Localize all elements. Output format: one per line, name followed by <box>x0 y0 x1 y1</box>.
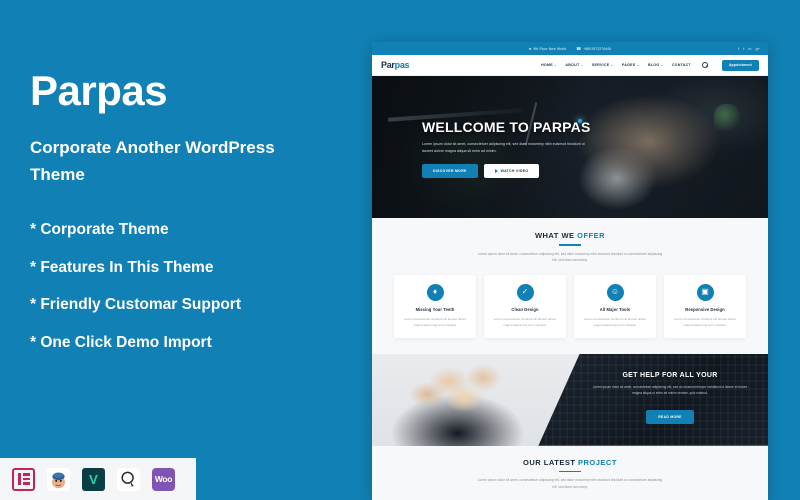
promo-panel: Parpas Corporate Another WordPress Theme… <box>0 0 372 500</box>
hero-section: WELLCOME TO PARPAS Lorem ipsum dolor sit… <box>372 76 768 218</box>
search-icon[interactable] <box>701 61 709 69</box>
location-pin-icon: ● <box>528 46 532 51</box>
logo-first: Par <box>381 60 395 70</box>
hero-title: WELLCOME TO PARPAS <box>422 119 591 135</box>
topbar-address: ● 9th Floor New World <box>528 46 567 51</box>
contact-form-icon <box>117 467 140 491</box>
project-title-rule <box>559 470 581 473</box>
nav-item-service[interactable]: SERVICE <box>592 63 613 67</box>
chevron-down-icon <box>580 64 583 66</box>
linkedin-icon[interactable]: in <box>748 46 751 51</box>
promo-feature-list: * Corporate Theme * Features In This The… <box>30 222 372 350</box>
appointment-button[interactable]: Appointment <box>721 59 759 71</box>
offer-title-rule <box>559 244 581 246</box>
responsive-icon: ▣ <box>696 283 714 301</box>
nav-item-pages[interactable]: PAGES <box>622 63 639 67</box>
promo-feature-item: * Corporate Theme <box>30 221 169 239</box>
mailchimp-icon <box>47 467 70 491</box>
logo-second: pas <box>394 60 410 70</box>
topbar-phone[interactable]: ☎ +8801972274445 <box>576 46 611 51</box>
offer-cards: ♦ Missing Your Teeth Lorem consectetuer … <box>372 264 768 338</box>
play-icon <box>494 169 498 174</box>
offer-section: WHAT WE OFFER Lorem ipsum dolor sit amet… <box>372 218 768 354</box>
chevron-down-icon <box>660 64 663 66</box>
chevron-down-icon <box>636 64 639 66</box>
offer-card[interactable]: ♦ Missing Your Teeth Lorem consectetuer … <box>394 274 476 338</box>
offer-card-text: Lorem consectetuer tincidunt elit laoree… <box>673 316 737 327</box>
offer-card[interactable]: ▣ Responsive Design Lorem consectetuer t… <box>664 274 746 338</box>
visual-composer-icon: V <box>82 467 105 491</box>
site-topbar: ● 9th Floor New World ☎ +8801972274445 f… <box>372 42 768 55</box>
chevron-down-icon <box>610 64 613 66</box>
hero-content: WELLCOME TO PARPAS Lorem ipsum dolor sit… <box>422 119 722 179</box>
gethelp-section: GET HELP FOR ALL YOUR Lorem ipsum dolor … <box>372 353 768 446</box>
nav-item-contact[interactable]: CONTACT <box>672 63 691 67</box>
nav-item-home[interactable]: HOME <box>541 63 557 67</box>
gethelp-description: Lorem ipsum dolor sit amet, consectetuer… <box>592 384 748 396</box>
plugin-compatibility-bar: V Woo <box>0 458 196 500</box>
facebook-icon[interactable]: f <box>738 46 739 51</box>
offer-card-text: Lorem consectetuer tincidunt elit laoree… <box>493 316 557 327</box>
offer-card[interactable]: ✓ Clean Design Lorem consectetuer tincid… <box>484 274 566 338</box>
promo-subtitle: Corporate Another WordPress Theme <box>30 138 275 185</box>
theme-preview: ● 9th Floor New World ☎ +8801972274445 f… <box>372 42 768 500</box>
offer-card-text: Lorem consectetuer tincidunt elit laoree… <box>403 316 467 327</box>
offer-card-title: Missing Your Teeth <box>415 306 455 312</box>
hero-description: Lorem ipsum dolor sit amet, consectetuer… <box>422 142 585 154</box>
site-logo[interactable]: Parpas <box>381 60 410 70</box>
smile-icon: ☺ <box>606 283 624 301</box>
chevron-down-icon <box>554 64 557 66</box>
offer-description: Lorem ipsum dolor sit amet, consectetuer… <box>477 251 663 263</box>
offer-card-title: Clean Design <box>511 306 539 312</box>
offer-card-title: All Major Tools <box>599 306 631 312</box>
googleplus-icon[interactable]: g+ <box>755 46 760 51</box>
project-title: OUR LATEST PROJECT <box>523 457 617 467</box>
phone-icon: ☎ <box>576 46 582 51</box>
project-heading: OUR LATEST PROJECT Lorem ipsum dolor sit… <box>372 458 768 491</box>
offer-title: WHAT WE OFFER <box>534 231 606 240</box>
hero-buttons: DISCOVER MORE WATCH VIDEO <box>422 164 722 179</box>
gethelp-title: GET HELP FOR ALL YOUR <box>622 371 718 379</box>
woocommerce-icon: Woo <box>152 467 175 491</box>
offer-card[interactable]: ☺ All Major Tools Lorem consectetuer tin… <box>574 274 656 338</box>
hero-secondary-button[interactable]: WATCH VIDEO <box>483 164 540 179</box>
project-description: Lorem ipsum dolor sit amet, consectetuer… <box>477 478 663 489</box>
check-icon: ✓ <box>516 283 534 301</box>
topbar-social-links[interactable]: f t in g+ <box>738 42 760 55</box>
hero-primary-button[interactable]: DISCOVER MORE <box>422 164 478 179</box>
diamond-icon: ♦ <box>426 283 444 301</box>
offer-card-text: Lorem consectetuer tincidunt elit laoree… <box>583 316 647 327</box>
gethelp-read-more-button[interactable]: READ MORE <box>646 409 694 424</box>
main-navigation[interactable]: HOME ABOUT SERVICE PAGES BLOG CONTACT Ap… <box>541 59 759 71</box>
nav-item-about[interactable]: ABOUT <box>565 63 583 67</box>
offer-card-title: Responsive Design <box>685 306 725 312</box>
site-header: Parpas HOME ABOUT SERVICE PAGES BLOG CON… <box>372 55 768 76</box>
gethelp-content: GET HELP FOR ALL YOUR Lorem ipsum dolor … <box>582 372 758 424</box>
nav-item-blog[interactable]: BLOG <box>648 63 663 67</box>
promo-feature-item: * Friendly Customar Support <box>30 296 241 314</box>
promo-title: Parpas <box>30 67 168 114</box>
topbar-info: ● 9th Floor New World ☎ +8801972274445 <box>529 46 611 51</box>
project-section: OUR LATEST PROJECT Lorem ipsum dolor sit… <box>372 445 768 500</box>
elementor-icon <box>12 467 35 491</box>
promo-feature-item: * One Click Demo Import <box>30 333 212 351</box>
twitter-icon[interactable]: t <box>743 46 744 51</box>
offer-heading: WHAT WE OFFER Lorem ipsum dolor sit amet… <box>372 231 768 264</box>
promo-feature-item: * Features In This Theme <box>30 258 214 276</box>
